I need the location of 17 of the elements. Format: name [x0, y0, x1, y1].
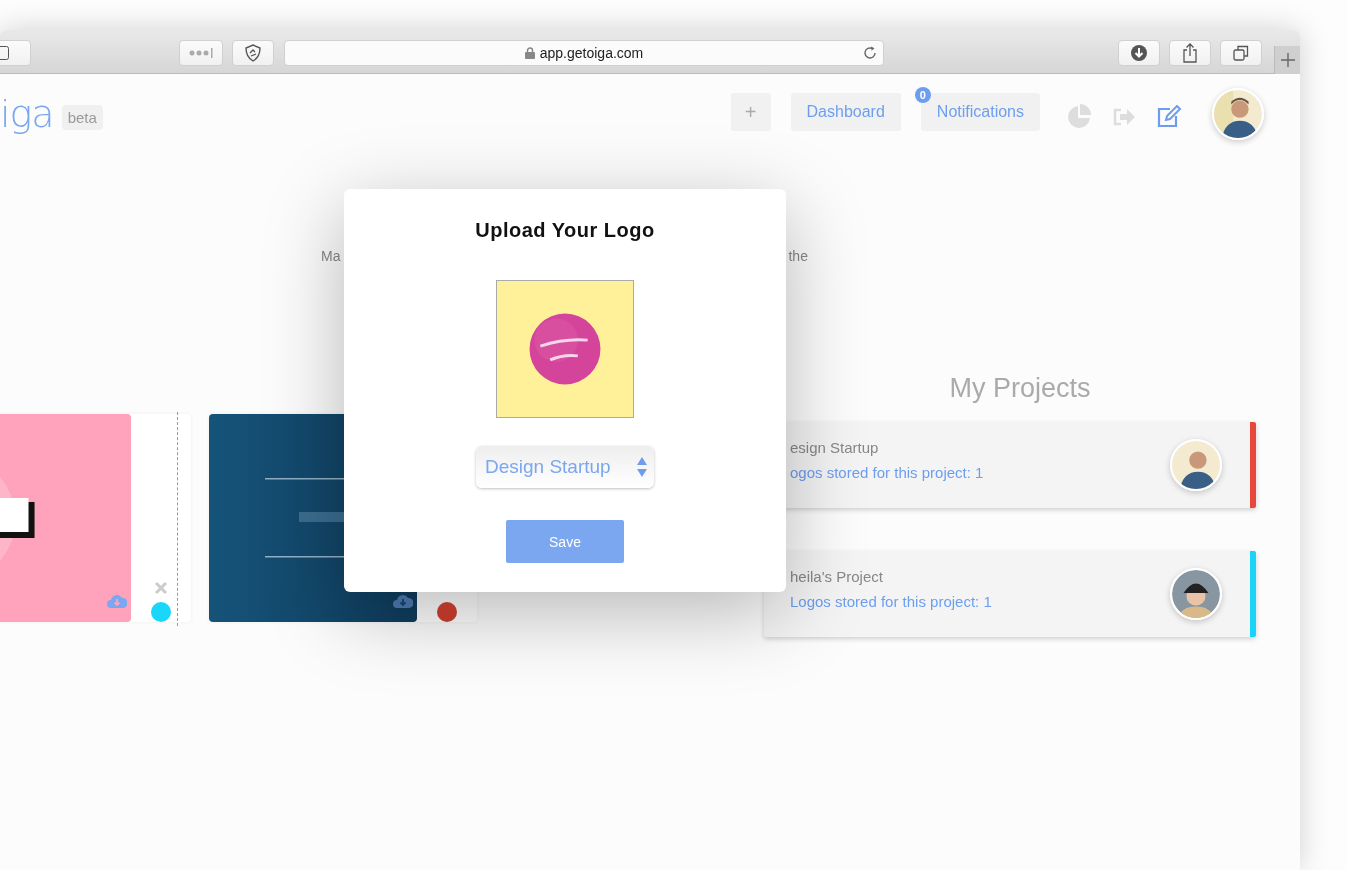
intro-text: the [788, 248, 808, 264]
project-name: esign Startup [790, 439, 880, 456]
save-button[interactable]: Save [506, 520, 624, 563]
section-title: My Projects [948, 372, 1092, 405]
project-name: heila's Project [790, 568, 884, 585]
count-badge: 0 [914, 87, 931, 103]
app-logo[interactable]: iga [0, 92, 54, 136]
project-select[interactable]: Design Startup [476, 446, 654, 488]
intro-text: Ma [321, 248, 341, 264]
dialog-title: Upload Your Logo [475, 219, 655, 242]
project-card[interactable]: heila's Project Logos stored for this project: 1 [764, 551, 1256, 637]
logo-count: ogos stored for this project: 1 [790, 464, 985, 481]
address-field[interactable]: app.getoiga.com [284, 39, 884, 66]
beta-badge: beta [61, 104, 103, 130]
add-button[interactable]: + [730, 93, 771, 131]
dashboard-button[interactable]: Dashboard [790, 93, 901, 131]
logo-count: Logos stored for this project: 1 [790, 593, 993, 610]
